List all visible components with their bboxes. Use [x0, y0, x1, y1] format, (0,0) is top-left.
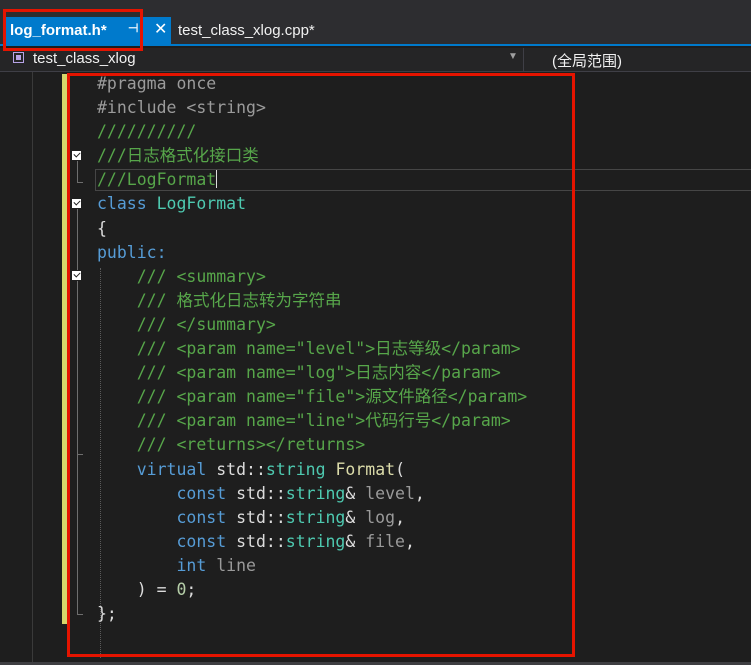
outline-guide-end: [77, 182, 83, 183]
collapse-toggle-icon[interactable]: [71, 198, 82, 209]
code-line: };: [97, 604, 117, 624]
code-line: /// </summary>: [97, 314, 276, 334]
code-line: ///LogFormat: [97, 170, 218, 190]
outline-guide-end: [77, 614, 83, 615]
code-line: /// <param name="level">日志等级</param>: [97, 339, 521, 359]
code-line: /// 格式化日志转为字符串: [97, 290, 342, 310]
close-icon[interactable]: ✕: [154, 19, 167, 39]
code-line: const std::string& log,: [176, 507, 405, 527]
code-line: public:: [97, 242, 167, 262]
navigation-bar: test_class_xlog ▼ (全局范围): [0, 48, 751, 72]
text-caret: [216, 170, 218, 189]
code-editor[interactable]: #pragma once #include <string> ////////// /…: [0, 72, 751, 665]
code-line: #pragma once: [97, 74, 217, 93]
outline-guide: [77, 160, 78, 182]
code-line: /// <param name="file">源文件路径</param>: [97, 387, 528, 407]
code-line: /// <param name="line">代码行号</param>: [97, 411, 511, 431]
code-line: ) = 0;: [97, 579, 197, 599]
scope-dropdown-left[interactable]: test_class_xlog ▼: [0, 48, 524, 71]
outline-guide-end: [77, 454, 83, 455]
tab-test-class-xlog-cpp[interactable]: test_class_xlog.cpp*: [178, 17, 315, 44]
class-icon: [13, 52, 24, 63]
collapse-toggle-icon[interactable]: [71, 150, 82, 161]
code-line: virtual std::string Format(: [136, 459, 405, 479]
code-line: {: [97, 218, 107, 238]
code-line: /// <summary>: [97, 266, 266, 286]
code-line: const std::string& file,: [176, 531, 415, 551]
tab-label: log_format.h*: [10, 22, 107, 39]
code-line: int line: [176, 555, 256, 575]
tab-log-format-h[interactable]: log_format.h* ⊣ ✕: [4, 17, 171, 44]
tab-label: test_class_xlog.cpp*: [178, 22, 315, 39]
scope-left-label: test_class_xlog: [33, 50, 136, 67]
change-tracking-bar: [62, 74, 67, 624]
code-line: /// <returns></returns>: [97, 435, 366, 455]
code-line: ///日志格式化接口类: [97, 146, 259, 166]
code-line: #include <string>: [97, 98, 266, 118]
scope-dropdown-right[interactable]: (全局范围): [552, 50, 622, 71]
pin-icon[interactable]: ⊣: [128, 21, 138, 35]
glyph-margin-divider: [32, 72, 33, 665]
outline-guide: [77, 280, 78, 454]
chevron-down-icon[interactable]: ▼: [508, 51, 518, 62]
code-text[interactable]: #pragma once #include <string> ////////// /…: [97, 72, 527, 626]
code-line: const std::string& level,: [176, 483, 425, 503]
code-line: //////////: [97, 122, 197, 142]
code-line: class LogFormat: [97, 194, 247, 214]
code-line: /// <param name="log">日志内容</param>: [97, 363, 501, 383]
document-tab-bar: log_format.h* ⊣ ✕ test_class_xlog.cpp*: [0, 0, 751, 46]
collapse-toggle-icon[interactable]: [71, 270, 82, 281]
